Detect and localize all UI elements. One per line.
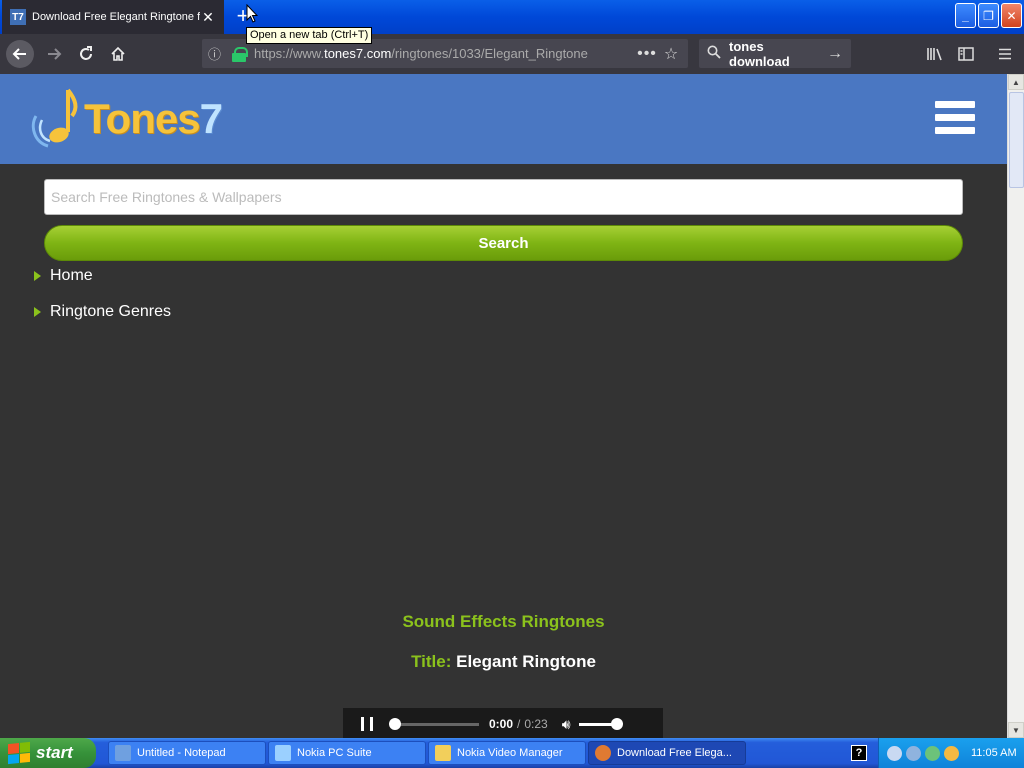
library-icon[interactable]: [924, 44, 946, 64]
audio-player: 0:00 / 0:23 🔊︎: [343, 708, 663, 738]
new-tab-tooltip: Open a new tab (Ctrl+T): [246, 27, 373, 44]
volume-slider[interactable]: [578, 717, 623, 730]
start-label: start: [36, 743, 73, 762]
nav-link-home[interactable]: Home: [34, 267, 93, 285]
page-actions-icon[interactable]: •••: [634, 45, 660, 63]
taskbar-item-label: Download Free Elega...: [617, 747, 732, 759]
bullet-triangle-icon: [34, 307, 41, 317]
tab-title: Download Free Elegant Ringtone f: [32, 11, 200, 23]
home-icon: [111, 46, 125, 61]
search-icon: [707, 45, 729, 62]
ringtone-category[interactable]: Sound Effects Ringtones: [0, 612, 1007, 632]
forward-arrow-icon: [48, 48, 62, 60]
page-viewport: Tones7 Search Home Ringtone Genres Sound…: [0, 74, 1007, 738]
tray-search-icon[interactable]: [944, 745, 959, 761]
window-minimize-button[interactable]: _: [955, 3, 976, 28]
folder-icon: [435, 745, 451, 761]
ringtone-title: Elegant Ringtone: [456, 652, 596, 671]
site-logo[interactable]: Tones7: [28, 86, 223, 152]
windows-flag-icon: [8, 741, 30, 765]
page-scrollbar[interactable]: ▲ ▼: [1007, 74, 1024, 738]
search-go-arrow-icon[interactable]: →: [827, 45, 843, 63]
nav-link-ringtone-genres[interactable]: Ringtone Genres: [34, 303, 171, 321]
scroll-up-arrow-icon[interactable]: ▲: [1008, 74, 1024, 90]
bookmark-star-icon[interactable]: ☆: [660, 44, 682, 64]
taskbar-item-label: Nokia PC Suite: [297, 747, 372, 759]
progress-slider[interactable]: [389, 717, 479, 730]
taskbar-clock[interactable]: 11:05 AM: [971, 747, 1017, 759]
home-button[interactable]: [104, 40, 132, 68]
browser-navbar: ⓘ https://www.tones7.com/ringtones/1033/…: [0, 34, 1024, 74]
taskbar-item-nokia-pc-suite[interactable]: Nokia PC Suite: [268, 741, 426, 765]
pause-button[interactable]: [361, 717, 373, 731]
windows-taskbar: start Untitled - Notepad Nokia PC Suite …: [0, 738, 1024, 768]
sidebar-toggle-icon[interactable]: [955, 44, 977, 64]
search-query-text[interactable]: tones download: [729, 39, 827, 69]
music-note-logo-icon: [31, 88, 78, 148]
back-button[interactable]: [6, 40, 34, 68]
bullet-triangle-icon: [34, 271, 41, 281]
secure-lock-icon[interactable]: [232, 46, 248, 62]
reload-icon: [80, 46, 92, 60]
reload-button[interactable]: [72, 40, 100, 68]
mouse-cursor-icon: [246, 4, 258, 23]
tray-app-icon[interactable]: [887, 745, 902, 761]
volume-knob[interactable]: [610, 717, 623, 730]
forward-button[interactable]: [40, 40, 68, 68]
taskbar-item-notepad[interactable]: Untitled - Notepad: [108, 741, 266, 765]
site-header: Tones7: [0, 74, 1007, 164]
url-text[interactable]: https://www.tones7.com/ringtones/1033/El…: [254, 46, 634, 61]
taskbar-item-nokia-video-manager[interactable]: Nokia Video Manager: [428, 741, 586, 765]
firefox-icon: [595, 745, 611, 761]
site-search-input[interactable]: [44, 179, 963, 215]
logo-wordmark: Tones7: [84, 95, 223, 142]
start-button[interactable]: start: [0, 738, 96, 768]
window-close-button[interactable]: ✕: [1001, 3, 1022, 28]
site-favicon-icon: T7: [10, 9, 26, 25]
tray-sync-icon[interactable]: [925, 745, 940, 761]
volume-speaker-icon[interactable]: 🔊︎: [562, 716, 571, 733]
page-info-icon[interactable]: ⓘ: [208, 44, 226, 63]
browser-titlebar: T7 Download Free Elegant Ringtone f ✕ + …: [0, 0, 1024, 34]
browser-search-bar[interactable]: tones download →: [699, 39, 851, 69]
nav-link-label: Ringtone Genres: [50, 303, 171, 320]
ringtone-title-line: Title: Elegant Ringtone: [0, 652, 1007, 672]
taskbar-item-label: Untitled - Notepad: [137, 747, 226, 759]
current-time: 0:00: [489, 717, 514, 731]
taskbar-item-label: Nokia Video Manager: [457, 747, 563, 759]
site-search-button[interactable]: Search: [44, 225, 963, 261]
back-arrow-icon: [12, 48, 26, 60]
title-label: Title:: [411, 652, 452, 671]
site-menu-hamburger-icon[interactable]: [935, 101, 975, 141]
tray-network-icon[interactable]: [906, 745, 921, 761]
browser-menu-icon[interactable]: [994, 44, 1016, 64]
time-separator: /: [517, 717, 521, 731]
progress-knob[interactable]: [389, 717, 401, 730]
scroll-down-arrow-icon[interactable]: ▼: [1008, 722, 1024, 738]
taskbar-item-firefox[interactable]: Download Free Elega...: [588, 741, 746, 765]
nokia-pc-suite-icon: [275, 745, 291, 761]
duration: 0:23: [524, 717, 548, 731]
help-icon[interactable]: ?: [851, 745, 867, 761]
scrollbar-thumb[interactable]: [1009, 92, 1024, 188]
window-restore-button[interactable]: ❐: [978, 3, 999, 28]
nav-link-label: Home: [50, 267, 93, 284]
browser-tab-active[interactable]: T7 Download Free Elegant Ringtone f ✕: [2, 0, 224, 34]
tab-close-icon[interactable]: ✕: [200, 9, 216, 26]
system-tray: 11:05 AM: [878, 738, 1024, 768]
notepad-icon: [115, 745, 131, 761]
